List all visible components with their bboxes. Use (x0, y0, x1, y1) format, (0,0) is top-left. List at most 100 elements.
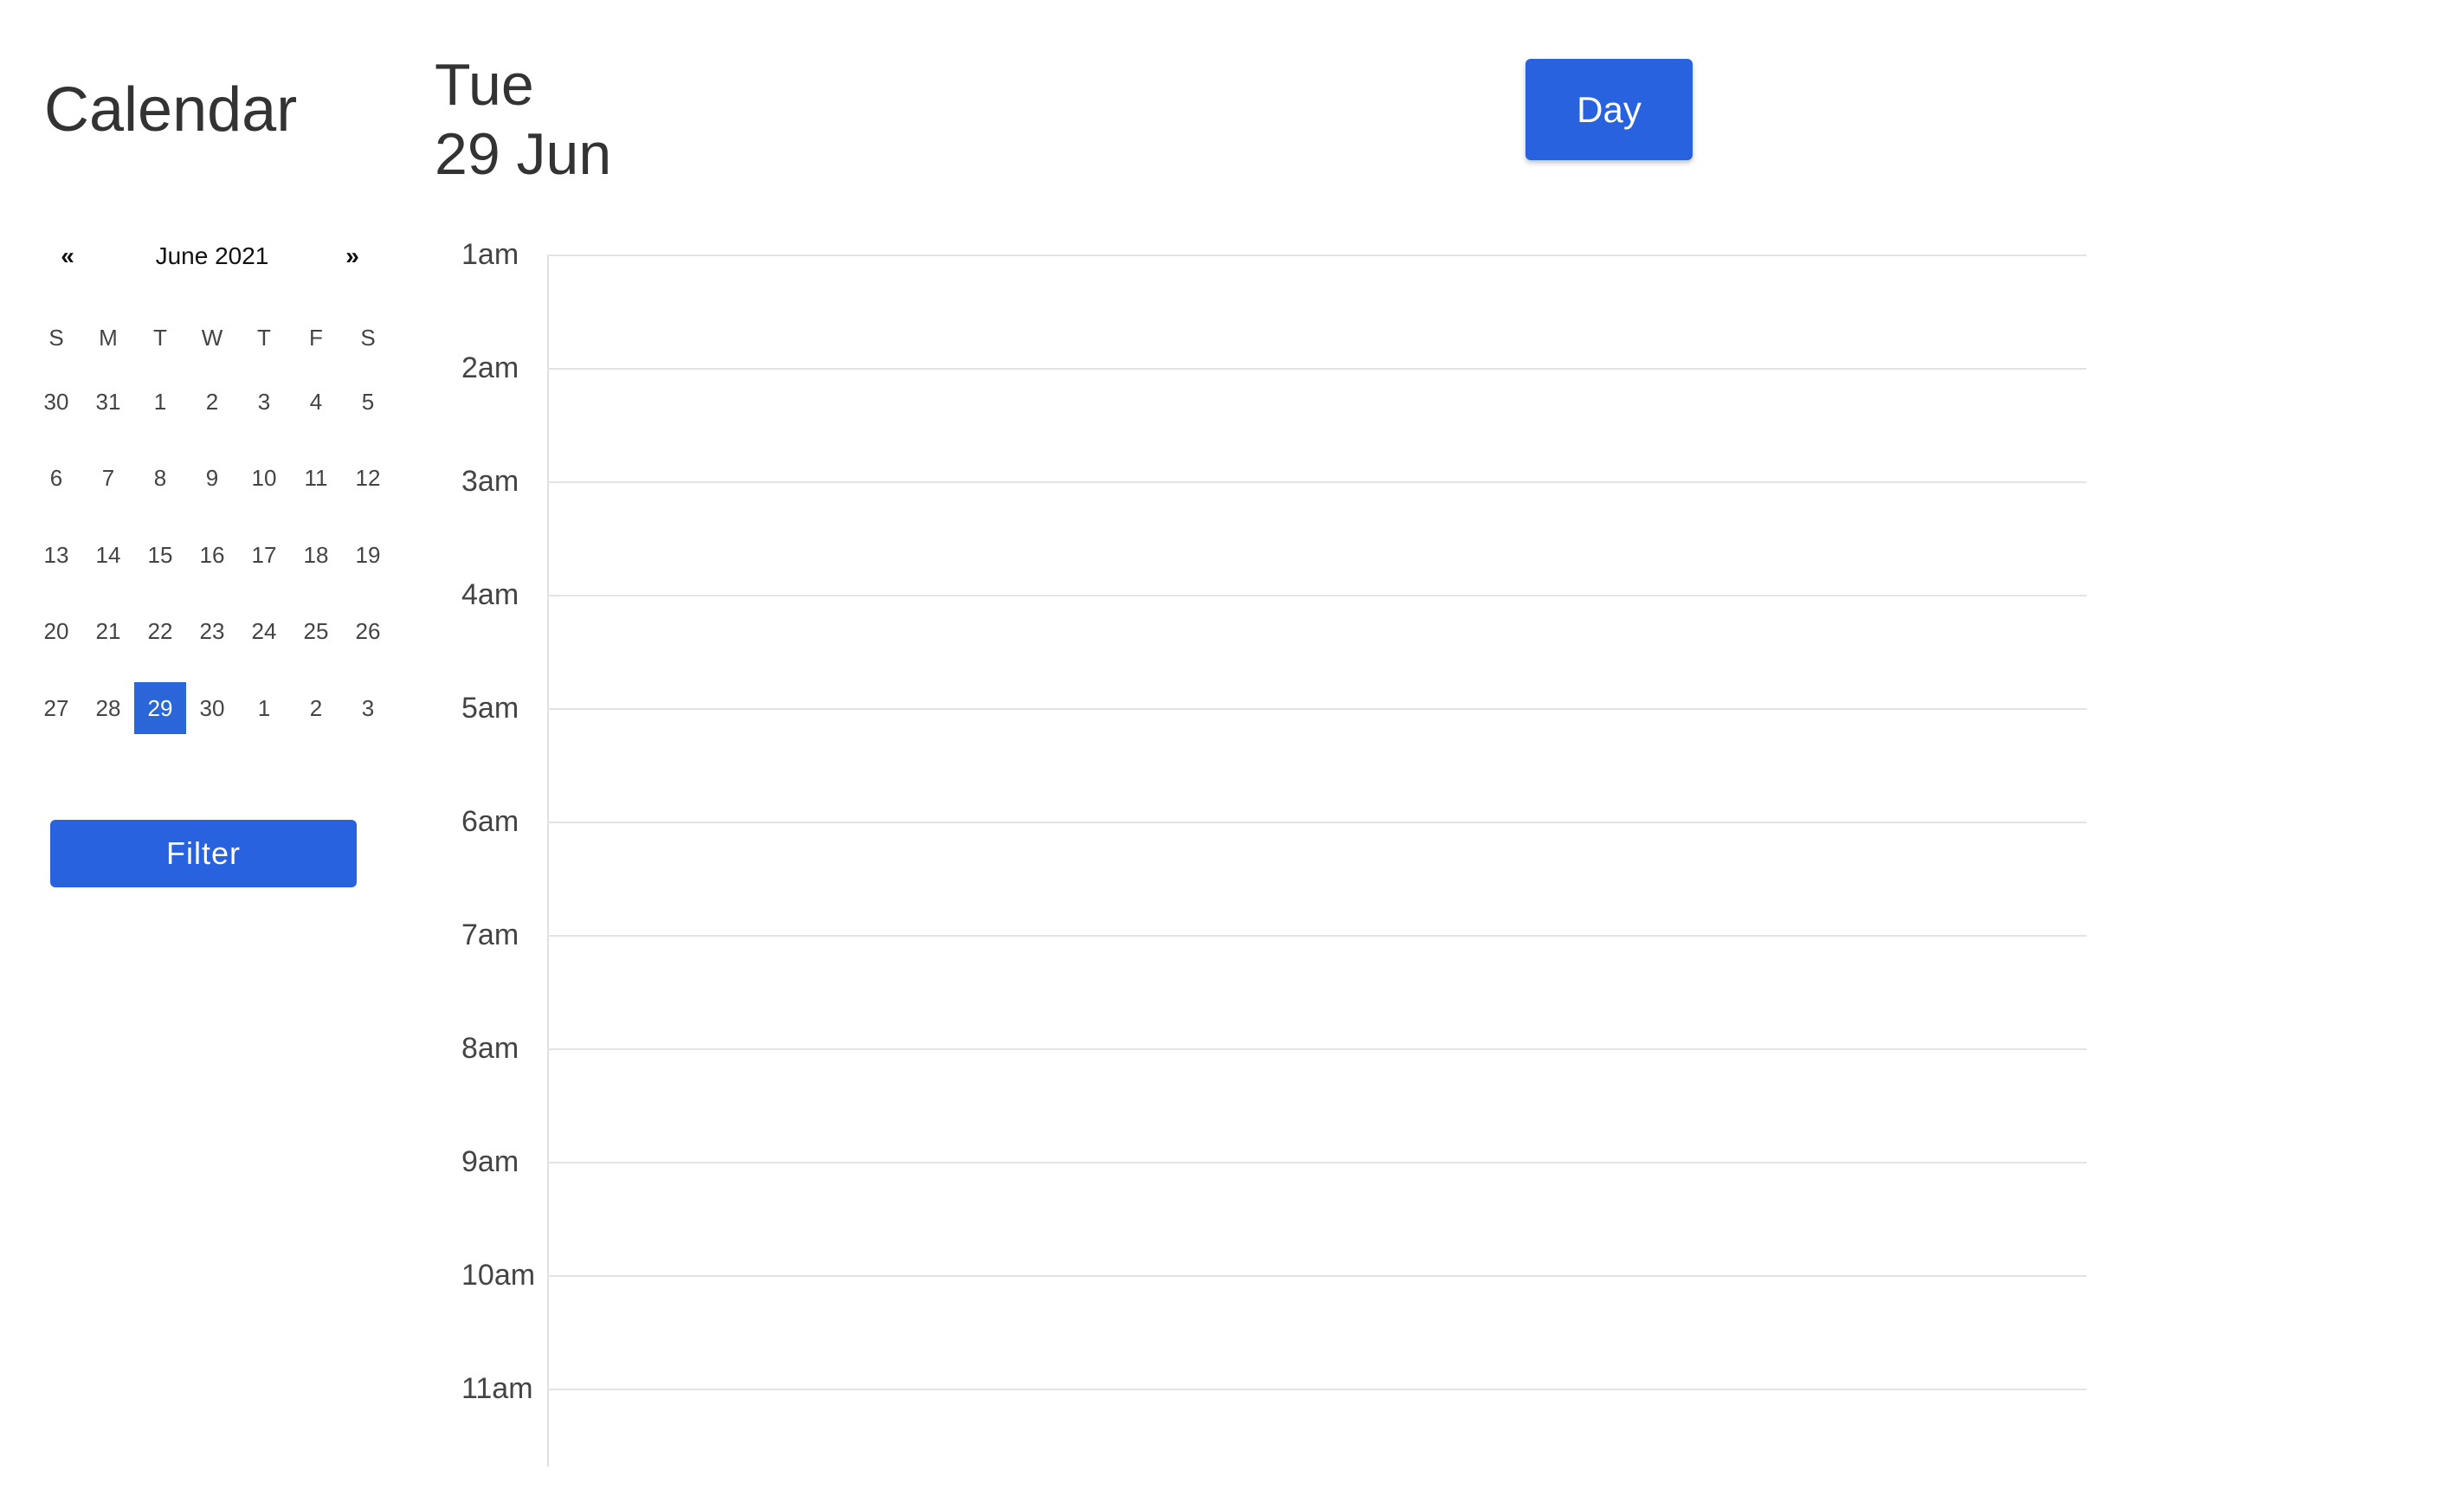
day-cell[interactable]: 26 (342, 594, 394, 671)
day-cell[interactable]: 3 (238, 364, 290, 441)
day-number: 1 (257, 694, 271, 721)
weekday-label: W (201, 324, 223, 351)
day-number: 1 (153, 388, 167, 415)
hour-row: 11am (433, 1368, 2095, 1481)
week-row: 20 21 22 23 24 25 26 (30, 594, 394, 671)
day-header: Tue 29 Jun (435, 50, 611, 189)
mini-calendar-grid: S M T W T F S 30 31 1 2 3 4 5 6 7 8 9 10 11 12 13 14 15 1… (30, 312, 394, 747)
day-cell[interactable]: 22 (134, 594, 186, 671)
day-number: 8 (153, 465, 167, 492)
hour-label: 7am (461, 919, 519, 951)
day-cell[interactable]: 21 (82, 594, 134, 671)
mini-calendar: June 2021 « » S M T W T F S 30 31 1 2 3 4 5 6 7 8… (30, 234, 394, 735)
hour-row: 7am (433, 914, 2095, 1028)
day-cell[interactable]: 14 (82, 517, 134, 594)
day-cell[interactable]: 30 (186, 670, 238, 747)
day-cell[interactable]: 1 (134, 364, 186, 441)
day-cell[interactable]: 5 (342, 364, 394, 441)
day-cell[interactable]: 18 (290, 517, 342, 594)
day-cell[interactable]: 24 (238, 594, 290, 671)
day-cell[interactable]: 2 (290, 670, 342, 747)
day-number: 30 (199, 694, 225, 721)
day-cell[interactable]: 3 (342, 670, 394, 747)
hour-row: 9am (433, 1141, 2095, 1254)
hour-row: 6am (433, 801, 2095, 914)
hour-row: 1am (433, 234, 2095, 347)
day-number: 25 (303, 618, 329, 645)
day-cell[interactable]: 2 (186, 364, 238, 441)
day-cell[interactable]: 31 (82, 364, 134, 441)
day-number: 2 (205, 388, 219, 415)
mini-calendar-header: June 2021 « » (30, 234, 394, 279)
day-cell[interactable]: 16 (186, 517, 238, 594)
day-cell[interactable]: 13 (30, 517, 82, 594)
day-cell[interactable]: 30 (30, 364, 82, 441)
day-number: 22 (147, 618, 173, 645)
day-header-date: 29 Jun (435, 121, 612, 187)
hour-label: 8am (461, 1032, 519, 1065)
hour-row: 5am (433, 687, 2095, 801)
day-timeline: 1am 2am 3am 4am 5am 6am 7am 8am 9am 10am 11am (433, 234, 2095, 1467)
day-number: 4 (309, 388, 323, 415)
weekday-label: S (48, 324, 64, 351)
day-cell[interactable]: 6 (30, 441, 82, 518)
day-header-weekday: Tue (435, 52, 534, 118)
day-number: 21 (95, 618, 121, 645)
day-cell[interactable]: 25 (290, 594, 342, 671)
day-number: 23 (199, 618, 225, 645)
hour-label: 5am (461, 692, 519, 725)
hour-label: 2am (461, 351, 519, 384)
day-number: 5 (361, 388, 375, 415)
hour-label: 1am (461, 238, 519, 271)
day-number: 27 (43, 694, 69, 721)
day-cell[interactable]: 23 (186, 594, 238, 671)
hour-row: 8am (433, 1028, 2095, 1141)
week-row: 13 14 15 16 17 18 19 (30, 517, 394, 594)
day-cell[interactable]: 12 (342, 441, 394, 518)
day-number: 28 (95, 694, 121, 721)
day-number: 29 (134, 682, 186, 735)
day-number: 6 (49, 465, 63, 492)
day-number: 3 (257, 388, 271, 415)
day-cell[interactable]: 8 (134, 441, 186, 518)
day-cell-selected[interactable]: 29 (134, 670, 186, 747)
day-cell[interactable]: 9 (186, 441, 238, 518)
day-cell[interactable]: 28 (82, 670, 134, 747)
day-view-button[interactable]: Day (1525, 59, 1693, 160)
day-number: 2 (309, 694, 323, 721)
day-number: 11 (304, 465, 328, 492)
day-cell[interactable]: 4 (290, 364, 342, 441)
day-number: 3 (361, 694, 375, 721)
hour-label: 4am (461, 578, 519, 611)
filter-button[interactable]: Filter (50, 820, 357, 887)
day-number: 9 (205, 465, 219, 492)
day-cell[interactable]: 27 (30, 670, 82, 747)
day-number: 20 (43, 618, 69, 645)
hour-row: 10am (433, 1254, 2095, 1368)
weekday-label: T (153, 324, 167, 351)
day-number: 24 (251, 618, 277, 645)
day-cell[interactable]: 19 (342, 517, 394, 594)
day-cell[interactable]: 17 (238, 517, 290, 594)
hour-slot[interactable] (549, 1390, 2087, 1502)
day-cell[interactable]: 11 (290, 441, 342, 518)
next-month-button[interactable]: » (331, 234, 374, 279)
mini-calendar-weeks: 30 31 1 2 3 4 5 6 7 8 9 10 11 12 13 14 15 16 17 18 19 20 21 22 2… (30, 364, 394, 747)
day-cell[interactable]: 15 (134, 517, 186, 594)
weekday-label: S (360, 324, 376, 351)
hour-label: 9am (461, 1145, 519, 1178)
day-cell[interactable]: 1 (238, 670, 290, 747)
day-cell[interactable]: 20 (30, 594, 82, 671)
day-number: 18 (303, 541, 329, 568)
previous-month-button[interactable]: « (46, 234, 89, 279)
week-row: 6 7 8 9 10 11 12 (30, 441, 394, 518)
day-cell[interactable]: 10 (238, 441, 290, 518)
day-cell[interactable]: 7 (82, 441, 134, 518)
weekday-label: T (257, 324, 271, 351)
day-number: 13 (43, 541, 69, 568)
hour-row: 2am (433, 347, 2095, 461)
hour-label: 10am (461, 1259, 536, 1292)
day-number: 12 (355, 465, 381, 492)
hour-label: 11am (461, 1372, 533, 1405)
hour-label: 3am (461, 465, 519, 498)
